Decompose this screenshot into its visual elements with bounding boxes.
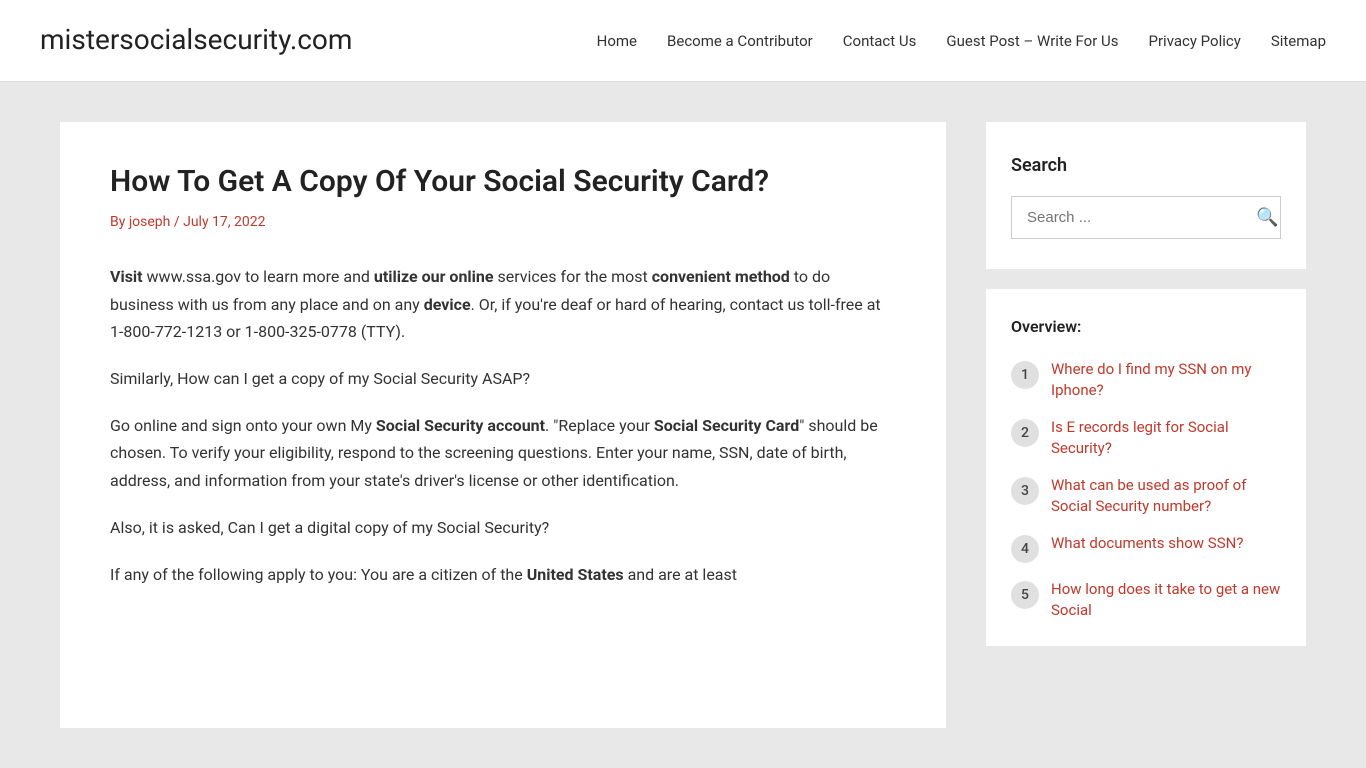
nav-list: Home Become a Contributor Contact Us Guest … bbox=[597, 28, 1326, 54]
nav-item-sitemap[interactable]: Sitemap bbox=[1271, 32, 1326, 50]
site-logo[interactable]: mistersocialsecurity.com bbox=[40, 18, 352, 63]
article-paragraph-1: Visit www.ssa.gov to learn more and util… bbox=[110, 263, 896, 345]
overview-link-2[interactable]: Is E records legit for Social Security? bbox=[1051, 417, 1281, 459]
article-paragraph-4: Also, it is asked, Can I get a digital c… bbox=[110, 514, 896, 541]
overview-item: 1 Where do I find my SSN on my Iphone? bbox=[1011, 359, 1281, 401]
nav-item-privacy-policy[interactable]: Privacy Policy bbox=[1149, 32, 1241, 50]
nav-item-contact-us[interactable]: Contact Us bbox=[843, 32, 917, 50]
overview-link-4[interactable]: What documents show SSN? bbox=[1051, 533, 1243, 554]
overview-number-3: 3 bbox=[1011, 477, 1039, 505]
search-icon: 🔍 bbox=[1256, 207, 1278, 227]
overview-item: 4 What documents show SSN? bbox=[1011, 533, 1281, 563]
search-button[interactable]: 🔍 bbox=[1241, 197, 1293, 238]
site-header: mistersocialsecurity.com Home Become a Co… bbox=[0, 0, 1366, 82]
sidebar: Search 🔍 Overview: 1 Where do I find my S… bbox=[986, 122, 1306, 728]
article-body: Visit www.ssa.gov to learn more and util… bbox=[110, 263, 896, 588]
search-form: 🔍 bbox=[1011, 196, 1281, 239]
nav-item-guest-post-–-write-for-us[interactable]: Guest Post – Write For Us bbox=[946, 32, 1118, 50]
overview-item: 3 What can be used as proof of Social Sec… bbox=[1011, 475, 1281, 517]
overview-link-3[interactable]: What can be used as proof of Social Secu… bbox=[1051, 475, 1281, 517]
overview-list: 1 Where do I find my SSN on my Iphone? 2 Is… bbox=[1011, 359, 1281, 621]
overview-link-1[interactable]: Where do I find my SSN on my Iphone? bbox=[1051, 359, 1281, 401]
overview-number-4: 4 bbox=[1011, 535, 1039, 563]
main-content: How To Get A Copy Of Your Social Securit… bbox=[60, 122, 946, 728]
overview-heading: Overview: bbox=[1011, 314, 1281, 340]
article-meta: By joseph / July 17, 2022 bbox=[110, 211, 896, 233]
overview-item: 2 Is E records legit for Social Security? bbox=[1011, 417, 1281, 459]
overview-number-2: 2 bbox=[1011, 419, 1039, 447]
site-wrapper: How To Get A Copy Of Your Social Securit… bbox=[0, 82, 1366, 768]
nav-item-become-a-contributor[interactable]: Become a Contributor bbox=[667, 32, 813, 50]
overview-number-1: 1 bbox=[1011, 361, 1039, 389]
overview-link-5[interactable]: How long does it take to get a new Socia… bbox=[1051, 579, 1281, 621]
overview-number-5: 5 bbox=[1011, 581, 1039, 609]
article-paragraph-3: Go online and sign onto your own My Soci… bbox=[110, 412, 896, 494]
main-nav: Home Become a Contributor Contact Us Guest … bbox=[597, 28, 1326, 54]
article-title: How To Get A Copy Of Your Social Securit… bbox=[110, 162, 896, 201]
sidebar-overview-widget: Overview: 1 Where do I find my SSN on my … bbox=[986, 289, 1306, 647]
overview-item: 5 How long does it take to get a new Soci… bbox=[1011, 579, 1281, 621]
sidebar-search-widget: Search 🔍 bbox=[986, 122, 1306, 269]
article-paragraph-2: Similarly, How can I get a copy of my So… bbox=[110, 365, 896, 392]
nav-item-home[interactable]: Home bbox=[597, 32, 637, 50]
search-heading: Search bbox=[1011, 152, 1281, 181]
search-input[interactable] bbox=[1012, 197, 1241, 238]
article-paragraph-5: If any of the following apply to you: Yo… bbox=[110, 561, 896, 588]
